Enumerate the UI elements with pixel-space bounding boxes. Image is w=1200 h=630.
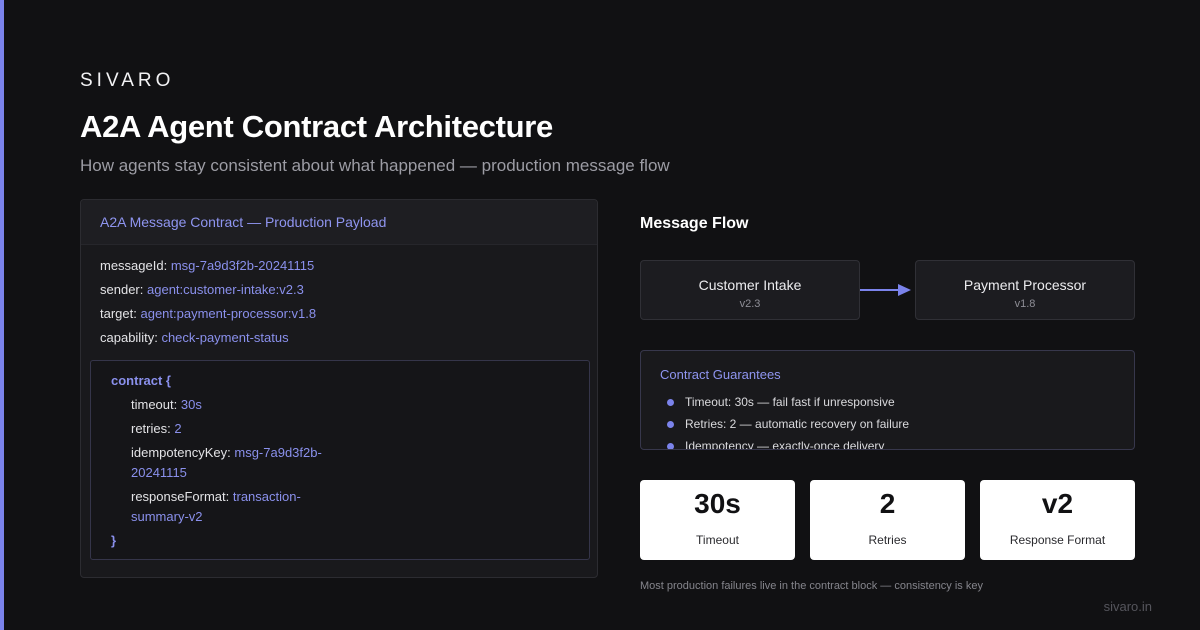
field-value: agent:payment-processor:v1.8 — [140, 306, 317, 321]
field-key: capability: — [100, 330, 158, 345]
contract-value: 2 — [174, 421, 182, 436]
page-title: A2A Agent Contract Architecture — [80, 109, 553, 144]
field-message-id: messageId: msg-7a9d3f2b-20241115 — [100, 258, 314, 273]
field-key: messageId: — [100, 258, 168, 273]
stat-label: Response Format — [1009, 533, 1106, 547]
contract-field-retries: retries: 2 — [131, 419, 351, 439]
guarantees-title: Contract Guarantees — [660, 367, 781, 382]
node-version: v2.3 — [739, 298, 761, 310]
node-version: v1.8 — [1014, 298, 1036, 310]
field-capability: capability: check-payment-status — [100, 330, 289, 345]
guarantee-item: Retries: 2 — automatic recovery on failu… — [667, 417, 909, 431]
stat-card-response-format: v2 Response Format — [980, 480, 1135, 560]
flow-title: Message Flow — [640, 215, 749, 232]
field-key: sender: — [100, 282, 144, 297]
contract-open: contract { — [111, 373, 171, 388]
contract-block: contract { timeout: 30s retries: 2 idemp… — [90, 360, 590, 560]
guarantee-item: Idempotency — exactly-once delivery — [667, 439, 885, 450]
footnote: Most production failures live in the con… — [640, 580, 983, 592]
contract-field-response-format: responseFormat: transaction-summary-v2 — [131, 487, 351, 527]
bullet-dot-icon — [667, 420, 674, 428]
contract-key: retries: — [131, 421, 171, 436]
page-subtitle: How agents stay consistent about what ha… — [80, 156, 670, 175]
guarantee-text: Timeout: 30s — fail fast if unresponsive — [685, 395, 895, 409]
bullet-dot-icon — [667, 442, 674, 449]
guarantee-item: Timeout: 30s — fail fast if unresponsive — [667, 395, 895, 409]
field-sender: sender: agent:customer-intake:v2.3 — [100, 282, 304, 297]
flow-arrow-icon — [860, 284, 911, 296]
guarantee-text: Retries: 2 — automatic recovery on failu… — [685, 417, 910, 431]
stat-value: v2 — [1041, 488, 1074, 519]
field-key: target: — [100, 306, 137, 321]
payload-card: A2A Message Contract — Production Payloa… — [80, 199, 598, 578]
flow-node-payment-processor: Payment Processor v1.8 — [915, 260, 1135, 320]
stat-label: Timeout — [696, 533, 739, 547]
node-name: Customer Intake — [698, 277, 802, 293]
accent-bar — [0, 0, 4, 630]
field-value: msg-7a9d3f2b-20241115 — [170, 258, 315, 273]
contract-key: idempotencyKey: — [131, 445, 231, 460]
stat-value: 2 — [879, 488, 896, 519]
bullet-dot-icon — [667, 398, 674, 406]
stat-card-retries: 2 Retries — [810, 480, 965, 560]
contract-close: } — [111, 533, 117, 548]
node-name: Payment Processor — [963, 277, 1087, 293]
contract-field-idempotency-key: idempotencyKey: msg-7a9d3f2b-20241115 — [131, 443, 351, 483]
payload-header: A2A Message Contract — Production Payloa… — [81, 200, 597, 245]
guarantee-text: Idempotency — exactly-once delivery — [685, 439, 885, 450]
brand-logo: SIVARO — [80, 70, 175, 91]
contract-key: timeout: — [131, 397, 178, 412]
field-value: agent:customer-intake:v2.3 — [147, 282, 304, 297]
contract-key: responseFormat: — [131, 489, 230, 504]
flow-node-customer-intake: Customer Intake v2.3 — [640, 260, 860, 320]
stat-label: Retries — [868, 533, 907, 547]
contract-field-timeout: timeout: 30s — [131, 395, 351, 415]
field-target: target: agent:payment-processor:v1.8 — [100, 306, 316, 321]
stat-value: 30s — [694, 488, 741, 519]
stat-card-timeout: 30s Timeout — [640, 480, 795, 560]
site-url: sivaro.in — [1103, 599, 1152, 614]
contract-guarantees-card: Contract Guarantees Timeout: 30s — fail … — [640, 350, 1135, 450]
field-value: check-payment-status — [161, 330, 289, 345]
contract-value: 30s — [180, 397, 202, 412]
